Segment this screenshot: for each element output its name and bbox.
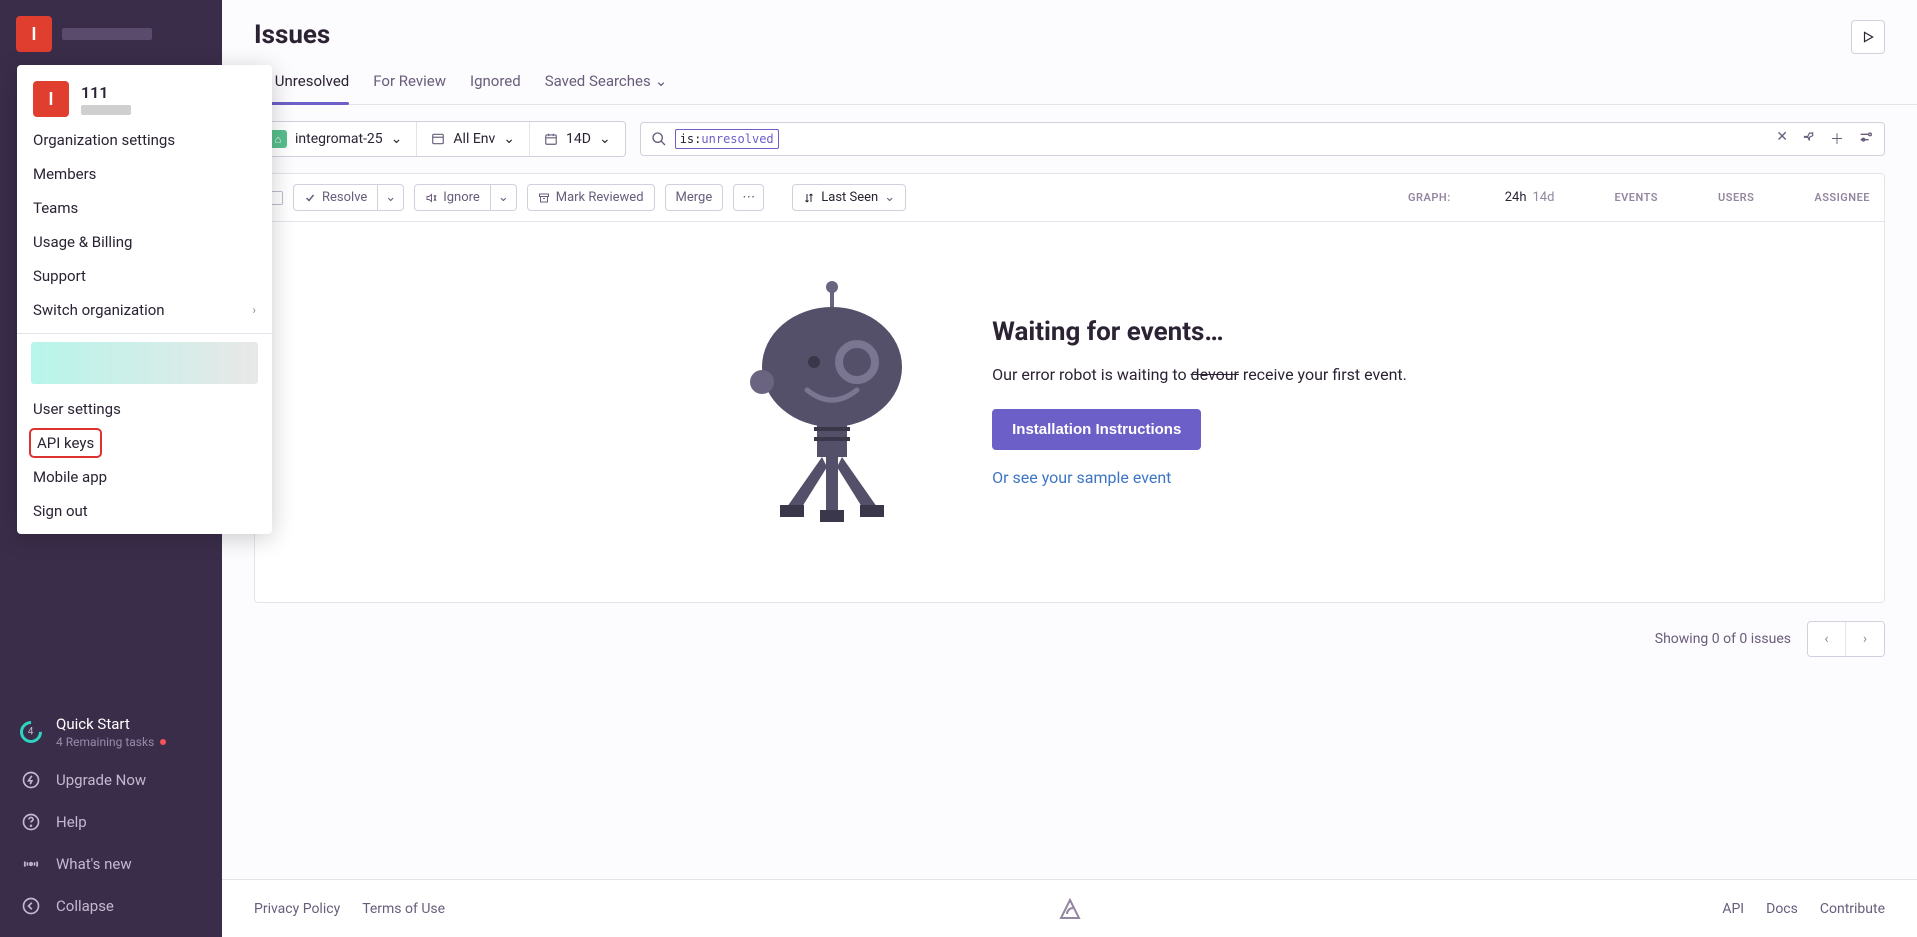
dropdown-sign-out[interactable]: Sign out — [17, 494, 272, 528]
footer-api[interactable]: API — [1722, 901, 1744, 917]
dropdown-members[interactable]: Members — [17, 157, 272, 191]
chevron-down-icon: ⌄ — [655, 72, 668, 90]
time-14d[interactable]: 14d — [1533, 190, 1555, 205]
sidebar-whatsnew[interactable]: What's new — [0, 843, 222, 885]
calendar-icon — [544, 132, 558, 146]
collapse-icon — [20, 895, 42, 917]
sample-event-link[interactable]: Or see your sample event — [992, 468, 1407, 487]
sidebar-upgrade[interactable]: Upgrade Now — [0, 759, 222, 801]
quick-start-sub: 4 Remaining tasks — [56, 735, 166, 749]
tab-ignored[interactable]: Ignored — [470, 72, 521, 104]
footer-contribute[interactable]: Contribute — [1820, 901, 1885, 917]
main-content: Issues All Unresolved For Review Ignored… — [222, 0, 1917, 937]
env-selector[interactable]: All Env ⌄ — [417, 122, 530, 156]
search-icon — [651, 131, 667, 147]
org-name-placeholder — [62, 28, 152, 40]
org-avatar: I — [16, 16, 52, 52]
archive-icon — [538, 192, 550, 204]
broadcast-icon — [20, 853, 42, 875]
empty-description: Our error robot is waiting to devour rec… — [992, 363, 1407, 387]
resolve-dropdown[interactable]: ⌄ — [378, 184, 404, 211]
progress-ring-icon: 4 — [15, 716, 46, 747]
dropdown-user-placeholder — [31, 342, 258, 384]
chevron-down-icon: ⌄ — [599, 131, 611, 147]
ignore-dropdown[interactable]: ⌄ — [491, 184, 517, 211]
org-dropdown: I 111 Organization settings Members Team… — [17, 65, 272, 534]
dropdown-support[interactable]: Support — [17, 259, 272, 293]
dropdown-organization-settings[interactable]: Organization settings — [17, 123, 272, 157]
robot-illustration — [732, 272, 932, 532]
resolve-button[interactable]: Resolve — [293, 184, 378, 211]
dropdown-org-name: 111 — [81, 83, 131, 102]
chevron-down-icon: ⌄ — [503, 131, 515, 147]
clear-search-icon[interactable]: ✕ — [1776, 129, 1788, 149]
empty-heading: Waiting for events… — [992, 317, 1407, 347]
col-users-label: USERS — [1718, 191, 1754, 204]
mark-reviewed-button[interactable]: Mark Reviewed — [527, 184, 655, 211]
footer: Privacy Policy Terms of Use API Docs Con… — [222, 879, 1917, 937]
dropdown-mobile-app[interactable]: Mobile app — [17, 460, 272, 494]
date-range-selector[interactable]: 14D ⌄ — [530, 122, 625, 156]
footer-terms[interactable]: Terms of Use — [362, 901, 445, 917]
merge-button[interactable]: Merge — [665, 184, 724, 211]
dropdown-teams[interactable]: Teams — [17, 191, 272, 225]
pager-prev[interactable]: ‹ — [1808, 622, 1846, 656]
col-graph-label: GRAPH: — [1408, 191, 1451, 204]
pager-summary: Showing 0 of 0 issues — [1655, 631, 1791, 647]
sidebar-quick-start[interactable]: 4 Quick Start 4 Remaining tasks — [0, 705, 222, 759]
search-bar[interactable]: is:unresolved ✕ ＋ — [640, 122, 1885, 156]
empty-state: Waiting for events… Our error robot is w… — [255, 222, 1884, 602]
sort-icon — [803, 192, 815, 204]
pager-next[interactable]: › — [1846, 622, 1884, 656]
dropdown-user-settings[interactable]: User settings — [17, 392, 272, 426]
dropdown-org-slug-placeholder — [81, 105, 131, 115]
dropdown-switch-organization[interactable]: Switch organization› — [17, 293, 272, 327]
ignore-button[interactable]: Ignore — [414, 184, 491, 211]
search-token[interactable]: is:unresolved — [675, 129, 779, 149]
footer-docs[interactable]: Docs — [1766, 901, 1798, 917]
help-icon — [20, 811, 42, 833]
col-events-label: EVENTS — [1614, 191, 1658, 204]
tab-for-review[interactable]: For Review — [373, 72, 446, 104]
dropdown-api-keys[interactable]: API keys — [29, 428, 102, 458]
sentry-logo-icon — [1058, 897, 1082, 921]
footer-privacy[interactable]: Privacy Policy — [254, 901, 340, 917]
col-assignee-label: ASSIGNEE — [1814, 191, 1870, 204]
dropdown-usage-billing[interactable]: Usage & Billing — [17, 225, 272, 259]
settings-icon[interactable] — [1858, 129, 1874, 149]
chevron-right-icon: › — [252, 303, 256, 317]
sort-button[interactable]: Last Seen⌄ — [792, 184, 906, 211]
project-selector[interactable]: ⌂ integromat-25 ⌄ — [255, 122, 417, 156]
sidebar-collapse[interactable]: Collapse — [0, 885, 222, 927]
installation-instructions-button[interactable]: Installation Instructions — [992, 409, 1201, 450]
quick-start-label: Quick Start — [56, 715, 166, 733]
org-switcher[interactable]: I — [0, 0, 222, 68]
more-actions-button[interactable]: ⋯ — [733, 184, 764, 211]
play-button[interactable] — [1851, 20, 1885, 54]
check-icon — [304, 192, 316, 204]
chevron-down-icon: ⌄ — [391, 131, 403, 147]
window-icon — [431, 132, 445, 146]
tabs: All Unresolved For Review Ignored Saved … — [222, 54, 1917, 105]
page-title: Issues — [254, 20, 330, 50]
dropdown-org-avatar: I — [33, 81, 69, 117]
bolt-icon — [20, 769, 42, 791]
pin-icon[interactable] — [1802, 129, 1816, 149]
dropdown-divider — [17, 333, 272, 334]
tab-saved-searches[interactable]: Saved Searches⌄ — [545, 72, 668, 104]
issues-list: Resolve ⌄ Ignore ⌄ Mark Reviewed Merge ⋯… — [254, 173, 1885, 603]
add-search-icon[interactable]: ＋ — [1830, 129, 1844, 149]
sidebar-help[interactable]: Help — [0, 801, 222, 843]
time-24h[interactable]: 24h — [1505, 190, 1527, 205]
mute-icon — [425, 192, 437, 204]
dropdown-org-header[interactable]: I 111 — [17, 71, 272, 123]
